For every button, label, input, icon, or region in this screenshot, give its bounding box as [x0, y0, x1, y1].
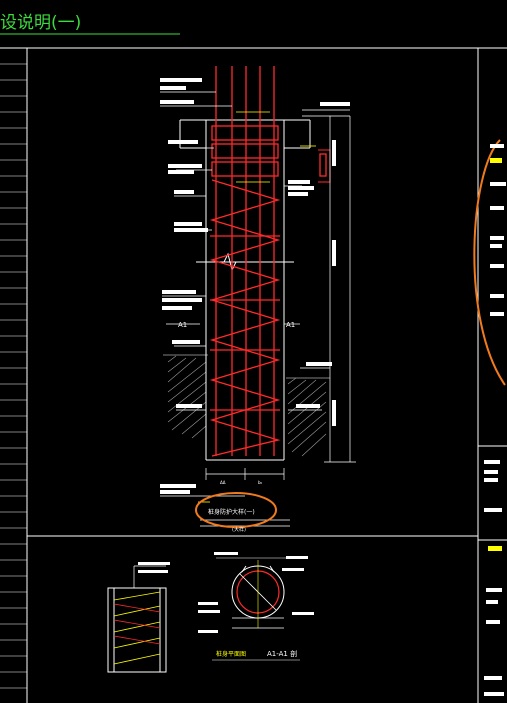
rebar-cage [209, 66, 331, 457]
section-marker-right: A1 [286, 321, 295, 329]
dim-left: ΔΔ [220, 480, 226, 485]
stirrup-elevation-detail [107, 562, 170, 673]
right-yellow-tag [488, 546, 502, 551]
cad-drawing-canvas[interactable]: 设说明(一) A1 A1 桩身防护大样(一) (大样) 桩身平面图 A1-A1 … [0, 0, 507, 703]
drawing-svg: A1 A1 桩身防护大样(一) (大样) 桩身平面图 A1-A1 剖 ΔΔ b₀ [0, 33, 507, 703]
detail-caption: 桩身防护大样(一) [208, 508, 255, 516]
drawing-frame [0, 47, 507, 703]
section-marker-left: A1 [178, 321, 187, 329]
dim-right: b₀ [258, 480, 263, 485]
left-title-block [0, 63, 27, 689]
section-view-label: A1-A1 剖 [267, 649, 297, 658]
pile-plan-section [198, 552, 314, 661]
plan-caption: 桩身平面图 [216, 650, 246, 658]
markup-arc-right [473, 139, 506, 386]
scale-note: (大样) [232, 526, 246, 533]
right-panel-notes [484, 144, 506, 696]
right-yellow-tag-top [490, 158, 502, 163]
